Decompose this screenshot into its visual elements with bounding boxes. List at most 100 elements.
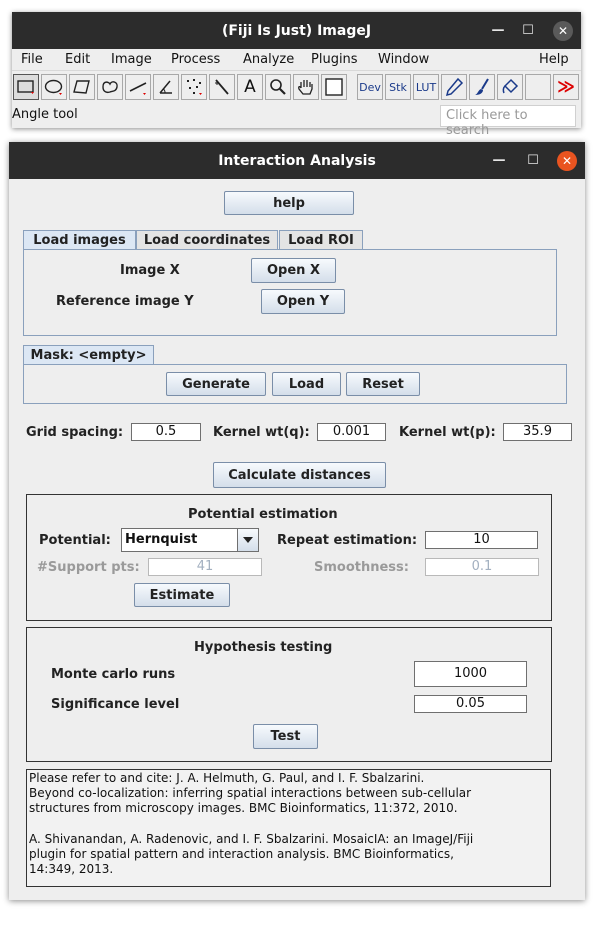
text-tool[interactable]: A — [237, 74, 263, 100]
statusbar: Angle tool Click here to search — [12, 104, 581, 138]
lut-menu[interactable]: LUT — [413, 74, 439, 100]
tab-mask[interactable]: Mask: <empty> — [23, 345, 154, 364]
menu-image[interactable]: Image — [111, 52, 152, 67]
oval-icon — [44, 79, 63, 95]
grid-spacing-input[interactable]: 0.5 — [131, 423, 201, 441]
dev-icon: Dev — [359, 80, 381, 94]
potential-select-value: Hernquist — [125, 532, 198, 547]
kernel-p-input[interactable]: 35.9 — [503, 423, 572, 441]
support-pts-input: 41 — [148, 558, 262, 576]
empty-tool-slot[interactable] — [525, 74, 551, 100]
multipoint-icon — [187, 79, 202, 95]
menu-plugins[interactable]: Plugins — [311, 52, 358, 67]
repeat-estimation-label: Repeat estimation: — [277, 533, 418, 548]
open-x-button[interactable]: Open X — [251, 258, 336, 283]
oval-tool[interactable] — [41, 74, 67, 100]
monte-carlo-label: Monte carlo runs — [51, 667, 176, 682]
maximize-icon[interactable]: ☐ — [521, 142, 545, 179]
magnifier-icon — [270, 79, 286, 95]
maximize-icon[interactable]: ☐ — [516, 12, 540, 49]
smoothness-input: 0.1 — [425, 558, 539, 576]
minimize-icon[interactable]: — — [486, 12, 510, 49]
stk-icon: Stk — [389, 80, 407, 94]
magnifier-tool[interactable] — [265, 74, 291, 100]
menu-file[interactable]: File — [21, 52, 43, 67]
brush-tool[interactable] — [469, 74, 495, 100]
help-button[interactable]: help — [224, 191, 354, 215]
stk-menu[interactable]: Stk — [385, 74, 411, 100]
image-x-label: Image X — [120, 263, 180, 278]
close-button[interactable]: ✕ — [551, 12, 575, 49]
toolbar: A Dev Stk LUT ≫ — [12, 72, 581, 102]
close-icon: ✕ — [553, 20, 573, 41]
grid-spacing-label: Grid spacing: — [26, 425, 124, 440]
potential-label: Potential: — [39, 533, 111, 548]
menu-help[interactable]: Help — [539, 52, 569, 67]
tab-load-coordinates[interactable]: Load coordinates — [136, 230, 278, 249]
imagej-window: (Fiji Is Just) ImageJ — ☐ ✕ File Edit Im… — [12, 12, 581, 138]
pencil-tool[interactable] — [441, 74, 467, 100]
open-y-button[interactable]: Open Y — [261, 289, 345, 314]
line-tool[interactable] — [125, 74, 151, 100]
freehand-tool[interactable] — [97, 74, 123, 100]
double-chevron-icon: ≫ — [557, 77, 575, 97]
potential-estimation-heading: Potential estimation — [188, 507, 338, 522]
menu-edit[interactable]: Edit — [65, 52, 90, 67]
color-picker-tool[interactable] — [321, 74, 347, 100]
minimize-icon[interactable]: — — [487, 142, 511, 179]
chevron-down-icon[interactable] — [237, 529, 258, 551]
freehand-icon — [102, 81, 118, 94]
wand-tool[interactable] — [209, 74, 235, 100]
menu-window[interactable]: Window — [378, 52, 429, 67]
flood-fill-icon — [502, 78, 519, 94]
interaction-analysis-window: Interaction Analysis — ☐ ✕ help Load ima… — [9, 142, 585, 900]
wand-icon — [215, 79, 229, 95]
line-icon — [129, 82, 147, 95]
angle-tool[interactable] — [153, 74, 179, 100]
pencil-icon — [445, 77, 464, 97]
significance-level-label: Significance level — [51, 697, 180, 712]
reset-button[interactable]: Reset — [346, 372, 420, 396]
significance-level-input[interactable]: 0.05 — [414, 695, 527, 713]
dialog-title: Interaction Analysis — [218, 152, 376, 169]
generate-button[interactable]: Generate — [166, 372, 266, 396]
menubar: File Edit Image Process Analyze Plugins … — [12, 49, 581, 71]
repeat-estimation-input[interactable]: 10 — [425, 531, 538, 549]
rectangle-icon — [17, 80, 34, 94]
support-pts-label: #Support pts: — [37, 560, 140, 575]
imagej-title: (Fiji Is Just) ImageJ — [221, 22, 372, 39]
dialog-titlebar[interactable]: Interaction Analysis — ☐ ✕ — [9, 142, 585, 179]
angle-icon — [159, 80, 172, 94]
brush-icon — [475, 78, 489, 95]
references-text: Please refer to and cite: J. A. Helmuth,… — [29, 771, 474, 877]
dev-menu[interactable]: Dev — [357, 74, 383, 100]
search-input[interactable]: Click here to search — [440, 105, 576, 138]
imagej-titlebar[interactable]: (Fiji Is Just) ImageJ — ☐ ✕ — [12, 12, 581, 49]
monte-carlo-input[interactable]: 1000 — [414, 661, 527, 687]
close-icon: ✕ — [557, 150, 577, 171]
menu-analyze[interactable]: Analyze — [243, 52, 294, 67]
potential-select[interactable]: Hernquist — [121, 528, 259, 552]
calculate-distances-button[interactable]: Calculate distances — [213, 462, 386, 488]
tab-load-images[interactable]: Load images — [23, 230, 136, 249]
tab-load-roi[interactable]: Load ROI — [279, 230, 363, 249]
test-button[interactable]: Test — [253, 724, 318, 749]
estimate-button[interactable]: Estimate — [134, 583, 230, 607]
flood-fill-tool[interactable] — [497, 74, 523, 100]
smoothness-label: Smoothness: — [314, 560, 409, 575]
hand-tool[interactable] — [293, 74, 319, 100]
multipoint-tool[interactable] — [181, 74, 207, 100]
kernel-q-input[interactable]: 0.001 — [317, 423, 386, 441]
load-mask-button[interactable]: Load — [272, 372, 341, 396]
polygon-icon — [73, 80, 90, 94]
rectangle-tool[interactable] — [13, 74, 39, 100]
references-textarea[interactable]: Please refer to and cite: J. A. Helmuth,… — [26, 769, 551, 887]
polygon-tool[interactable] — [69, 74, 95, 100]
reference-image-y-label: Reference image Y — [56, 294, 194, 309]
more-tools-button[interactable]: ≫ — [553, 74, 579, 100]
hypothesis-testing-heading: Hypothesis testing — [194, 640, 333, 655]
status-text: Angle tool — [12, 107, 78, 122]
text-icon: A — [244, 77, 256, 97]
menu-process[interactable]: Process — [171, 52, 220, 67]
close-button[interactable]: ✕ — [555, 142, 579, 179]
